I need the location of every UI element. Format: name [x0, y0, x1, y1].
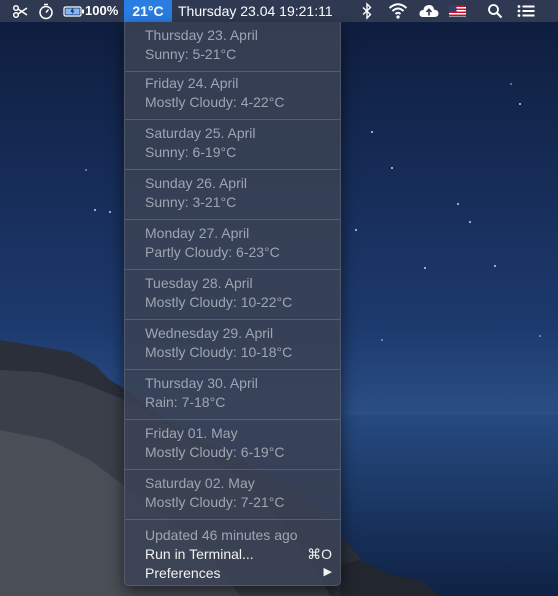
weather-dropdown-menu: Thursday 23. April Sunny: 5-21°C Friday … [124, 22, 341, 586]
battery-icon[interactable] [63, 0, 85, 22]
forecast-date: Thursday 23. April [145, 27, 258, 43]
forecast-date: Friday 01. May [145, 425, 238, 441]
forecast-date: Saturday 02. May [145, 475, 255, 491]
forecast-summary: Rain: 7-18°C [145, 394, 226, 410]
shortcut-label: ⌘O [307, 546, 332, 562]
run-in-terminal-menu-item[interactable]: Run in Terminal... ⌘O [125, 544, 340, 564]
forecast-item[interactable]: Saturday 02. May Mostly Cloudy: 7-21°C [125, 470, 340, 520]
search-icon[interactable] [487, 0, 503, 22]
weather-temperature-menu[interactable]: 21°C [124, 0, 172, 22]
run-in-terminal-label: Run in Terminal... [145, 546, 254, 562]
battery-percent: 100% [85, 3, 119, 18]
scissors-icon[interactable] [12, 0, 28, 22]
forecast-item[interactable]: Friday 24. April Mostly Cloudy: 4-22°C [125, 70, 340, 120]
forecast-item[interactable]: Sunday 26. April Sunny: 3-21°C [125, 170, 340, 220]
forecast-item[interactable]: Monday 27. April Partly Cloudy: 6-23°C [125, 220, 340, 270]
cloud-upload-icon[interactable] [418, 0, 440, 22]
preferences-menu-item[interactable]: Preferences ▶ [125, 563, 340, 583]
bluetooth-icon[interactable] [360, 0, 374, 22]
forecast-summary: Sunny: 6-19°C [145, 144, 237, 160]
forecast-date: Wednesday 29. April [145, 325, 274, 341]
forecast-item[interactable]: Saturday 25. April Sunny: 6-19°C [125, 120, 340, 170]
stopwatch-icon[interactable] [38, 0, 54, 22]
forecast-date: Sunday 26. April [145, 175, 247, 191]
forecast-date: Saturday 25. April [145, 125, 256, 141]
wifi-icon[interactable] [388, 0, 408, 22]
forecast-date: Friday 24. April [145, 75, 239, 91]
us-flag-icon[interactable] [449, 0, 467, 22]
forecast-summary: Mostly Cloudy: 6-19°C [145, 444, 285, 460]
forecast-item[interactable]: Friday 01. May Mostly Cloudy: 6-19°C [125, 420, 340, 470]
forecast-summary: Mostly Cloudy: 10-22°C [145, 294, 293, 310]
forecast-summary: Partly Cloudy: 6-23°C [145, 244, 280, 260]
forecast-summary: Sunny: 5-21°C [145, 46, 237, 62]
list-icon[interactable] [516, 0, 536, 22]
forecast-item[interactable]: Tuesday 28. April Mostly Cloudy: 10-22°C [125, 270, 340, 320]
forecast-item[interactable]: Wednesday 29. April Mostly Cloudy: 10-18… [125, 320, 340, 370]
forecast-date: Tuesday 28. April [145, 275, 253, 291]
forecast-summary: Mostly Cloudy: 10-18°C [145, 344, 293, 360]
forecast-summary: Mostly Cloudy: 7-21°C [145, 494, 285, 510]
submenu-arrow-icon: ▶ [323, 566, 332, 578]
preferences-label: Preferences [145, 565, 221, 581]
forecast-summary: Sunny: 3-21°C [145, 194, 237, 210]
forecast-item[interactable]: Thursday 23. April Sunny: 5-21°C [125, 22, 340, 72]
forecast-date: Monday 27. April [145, 225, 250, 241]
clock[interactable]: Thursday 23.04 19:21:11 [178, 0, 333, 22]
updated-status: Updated 46 minutes ago [145, 527, 298, 543]
forecast-date: Thursday 30. April [145, 375, 258, 391]
forecast-summary: Mostly Cloudy: 4-22°C [145, 94, 285, 110]
forecast-item[interactable]: Thursday 30. April Rain: 7-18°C [125, 370, 340, 420]
menu-bar: 100% 21°C Thursday 23.04 19:21:11 [0, 0, 558, 22]
